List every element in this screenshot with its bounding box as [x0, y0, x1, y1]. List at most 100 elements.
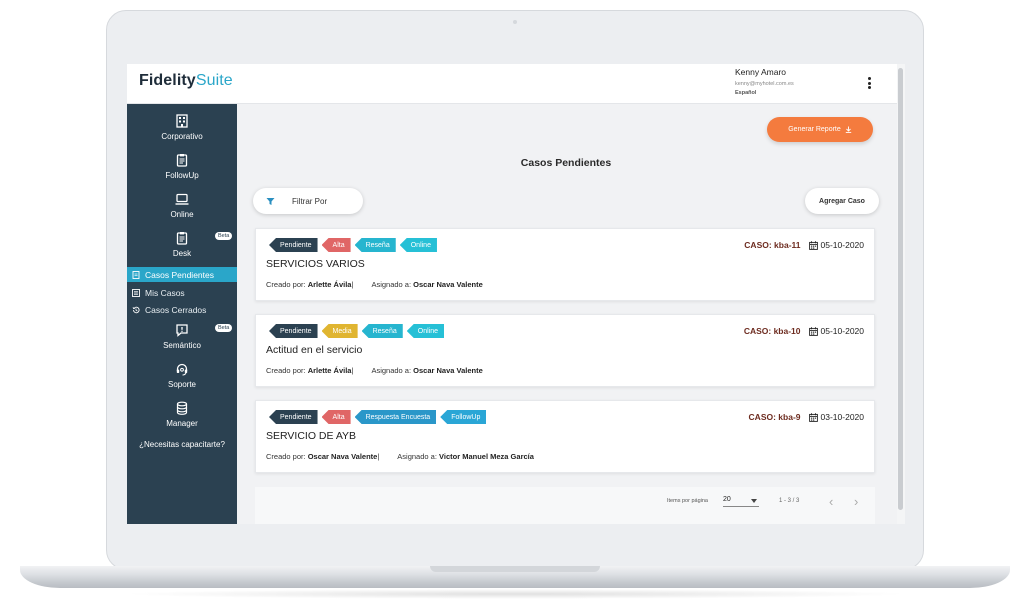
sidebar-label: Online — [170, 210, 194, 219]
assigned-to-value: Oscar Nava Valente — [413, 366, 483, 375]
app-logo[interactable]: FidelitySuite — [139, 72, 233, 90]
logo-light-text: Suite — [195, 72, 233, 89]
case-tags: Pendiente Alta Respuesta Encuesta FollowUp — [269, 410, 487, 424]
case-date: 03-10-2020 — [808, 412, 864, 422]
items-per-page-label: Items por página — [667, 498, 708, 504]
case-tag: FollowUp — [440, 410, 487, 424]
filter-icon — [266, 197, 275, 205]
history-icon — [132, 306, 140, 313]
created-by-label: Creado por: — [266, 366, 306, 375]
case-id: CASO: kba-9 — [748, 412, 801, 422]
page-size-value: 20 — [723, 496, 731, 503]
sidebar-item-casos-cerrados[interactable]: Casos Cerrados — [127, 302, 237, 317]
case-date: 05-10-2020 — [808, 326, 864, 336]
created-by-value: Oscar Nava Valente — [307, 452, 378, 461]
assigned-to-label: Asignado a: — [371, 280, 412, 289]
next-page-icon[interactable]: › — [854, 494, 858, 509]
sidebar-sub-label: Casos Cerrados — [145, 304, 207, 315]
calendar-icon — [808, 412, 818, 422]
language-label[interactable]: Español — [735, 90, 794, 96]
laptop-icon — [175, 193, 189, 205]
top-header: FidelitySuite Kenny Amaro kenny@myhotel.… — [127, 64, 897, 104]
sidebar-item-corporativo[interactable]: Corporativo — [127, 114, 237, 141]
document-icon — [132, 270, 140, 279]
sidebar-item-followup[interactable]: FollowUp — [127, 153, 237, 180]
created-by-label: Creado por: — [266, 280, 306, 289]
case-tag: Alta — [321, 238, 351, 252]
previous-page-icon[interactable]: ‹ — [829, 494, 833, 509]
case-tag: Media — [321, 324, 358, 338]
filter-button[interactable]: Filtrar Por — [253, 188, 363, 214]
sidebar: Corporativo FollowUp Online Beta Desk Ca… — [127, 104, 237, 524]
sidebar-item-online[interactable]: Online — [127, 192, 237, 219]
case-card[interactable]: Pendiente Alta Respuesta Encuesta FollowUp C… — [255, 400, 875, 473]
building-icon — [176, 114, 188, 128]
comment-alert-icon — [176, 324, 188, 337]
app-screen: FidelitySuite Kenny Amaro kenny@myhotel.… — [127, 64, 905, 524]
sidebar-item-mis-casos[interactable]: Mis Casos — [127, 285, 237, 300]
sidebar-label: Semántico — [163, 341, 201, 350]
chevron-down-icon — [751, 499, 757, 503]
sidebar-item-semantico[interactable]: Beta Semántico — [127, 323, 237, 350]
case-people: Creado por: Arlette Ávila| Asignado a: Os… — [266, 280, 483, 289]
case-tag: Reseña — [354, 238, 396, 252]
assigned-to-label: Asignado a: — [371, 366, 412, 375]
case-card[interactable]: Pendiente Media Reseña Online CASO: kba-10 05… — [255, 314, 875, 387]
camera-dot — [513, 20, 517, 24]
assigned-to-label: Asignado a: — [397, 452, 437, 461]
case-tag: Pendiente — [269, 324, 318, 338]
user-info[interactable]: Kenny Amaro kenny@myhotel.com.es Español — [735, 67, 794, 96]
sidebar-label: Soporte — [167, 380, 197, 389]
beta-badge: Beta — [215, 232, 233, 240]
case-date-value: 05-10-2020 — [820, 240, 864, 250]
more-options-icon[interactable] — [865, 77, 873, 91]
case-date-value: 03-10-2020 — [820, 412, 864, 422]
page-title: Casos Pendientes — [520, 157, 612, 169]
user-email: kenny@myhotel.com.es — [735, 81, 794, 87]
generate-report-button[interactable]: Generar Reporte — [767, 117, 873, 142]
case-tag: Alta — [321, 410, 351, 424]
case-meta: CASO: kba-11 05-10-2020 — [744, 240, 864, 250]
sidebar-item-manager[interactable]: Manager — [127, 401, 237, 428]
sidebar-label: Corporativo — [161, 132, 203, 141]
training-help-link[interactable]: ¿Necesitas capacitarte? — [127, 440, 237, 449]
case-tag: Online — [399, 238, 437, 252]
sidebar-sub-label: Mis Casos — [145, 287, 185, 298]
sidebar-label: FollowUp — [165, 171, 199, 180]
separator: | — [351, 366, 354, 375]
sidebar-item-casos-pendientes[interactable]: Casos Pendientes — [127, 267, 237, 282]
logo-bold-text: Fidelity — [139, 72, 196, 89]
case-people: Creado por: Arlette Ávila| Asignado a: Os… — [266, 366, 483, 375]
case-tags: Pendiente Alta Reseña Online — [269, 238, 437, 252]
case-date: 05-10-2020 — [808, 240, 864, 250]
assigned-to-value: Oscar Nava Valente — [413, 280, 483, 289]
pagination: Items por página 20 1 - 3 / 3 ‹ › — [255, 487, 875, 524]
created-by-value: Arlette Ávila — [307, 366, 352, 375]
sidebar-item-desk[interactable]: Beta Desk — [127, 231, 237, 258]
main-content: Generar Reporte Casos Pendientes Filtrar… — [237, 104, 897, 524]
case-date-value: 05-10-2020 — [820, 326, 864, 336]
user-name: Kenny Amaro — [735, 67, 787, 77]
calendar-icon — [808, 240, 818, 250]
sidebar-item-soporte[interactable]: Soporte — [127, 362, 237, 389]
page-size-select[interactable]: 20 — [723, 496, 759, 507]
scrollbar-thumb[interactable] — [898, 68, 903, 510]
case-title: SERVICIO DE AYB — [266, 430, 357, 442]
created-by-label: Creado por: — [266, 452, 306, 461]
case-meta: CASO: kba-10 05-10-2020 — [744, 326, 864, 336]
sidebar-label: Manager — [166, 419, 198, 428]
filter-label: Filtrar Por — [292, 196, 328, 206]
case-people: Creado por: Oscar Nava Valente| Asignado … — [266, 452, 534, 461]
case-tag: Pendiente — [269, 238, 318, 252]
separator: | — [377, 452, 380, 461]
clipboard-icon — [176, 232, 188, 245]
add-case-button[interactable]: Agregar Caso — [805, 188, 879, 214]
case-tag: Respuesta Encuesta — [354, 410, 437, 424]
case-id: CASO: kba-10 — [743, 326, 801, 336]
case-tag: Online — [406, 324, 444, 338]
case-title: SERVICIOS VARIOS — [266, 258, 365, 270]
calendar-icon — [808, 326, 818, 336]
list-icon — [132, 288, 140, 297]
case-card[interactable]: Pendiente Alta Reseña Online CASO: kba-11 05-… — [255, 228, 875, 301]
laptop-notch — [430, 566, 600, 572]
